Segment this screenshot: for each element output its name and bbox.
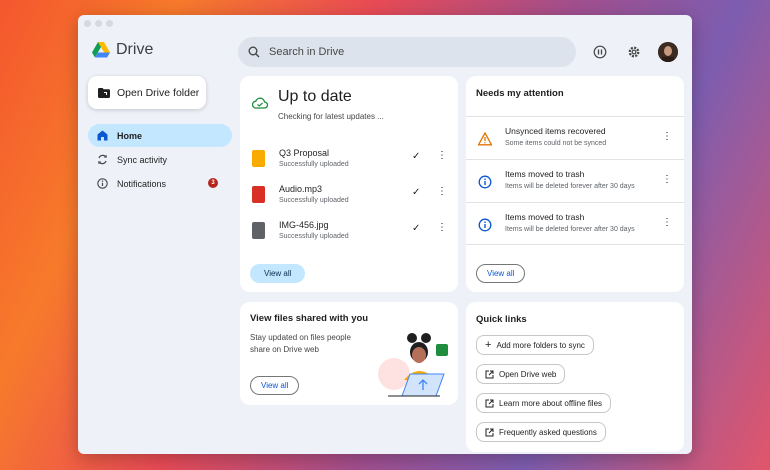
attention-item[interactable]: Items moved to trash Items will be delet… <box>466 159 684 202</box>
file-status: Successfully uploaded <box>279 233 349 240</box>
attention-item-subtitle: Some items could not be synced <box>505 140 607 147</box>
sidebar-nav: Home Sync activity Notifications 3 <box>88 124 232 196</box>
external-link-icon <box>485 399 494 407</box>
more-options-icon[interactable]: ⋮ <box>662 218 672 228</box>
quick-links-card: Quick links + Add more folders to sync O… <box>466 302 684 452</box>
sidebar-item-label: Notifications <box>117 178 167 189</box>
file-name: Q3 Proposal <box>279 148 330 158</box>
pause-sync-button[interactable] <box>591 43 609 61</box>
quick-link-label: Open Drive web <box>499 369 557 379</box>
account-avatar[interactable] <box>658 42 678 62</box>
sync-icon <box>98 154 107 165</box>
window-controls <box>84 20 113 27</box>
quick-link-label: Add more folders to sync <box>496 340 585 350</box>
offline-files-link[interactable]: Learn more about offline files <box>476 393 612 413</box>
pause-circle-icon <box>593 45 607 59</box>
sidebar-item-label: Sync activity <box>117 154 168 165</box>
add-folders-link[interactable]: + Add more folders to sync <box>476 335 594 355</box>
minimize-window-button[interactable] <box>95 20 102 27</box>
attention-view-all-button[interactable]: View all <box>476 264 526 283</box>
notification-count-badge: 3 <box>208 178 218 188</box>
document-file-icon <box>252 150 265 167</box>
gear-icon <box>628 46 640 58</box>
audio-file-icon <box>252 186 265 203</box>
file-row[interactable]: Audio.mp3 Successfully uploaded ✓ ⋮ <box>252 182 452 210</box>
avatar-image <box>658 42 678 62</box>
quick-links-title: Quick links <box>476 314 527 325</box>
faq-link[interactable]: Frequently asked questions <box>476 422 606 442</box>
open-drive-folder-button[interactable]: Open Drive folder <box>88 76 206 109</box>
cloud-done-icon <box>252 97 268 109</box>
file-name: IMG-456.jpg <box>279 220 329 230</box>
checkmark-icon: ✓ <box>412 223 421 234</box>
file-name: Audio.mp3 <box>279 184 323 194</box>
attention-item-title: Unsynced items recovered <box>505 126 606 136</box>
sidebar-item-home[interactable]: Home <box>88 124 232 147</box>
attention-item-subtitle: Items will be deleted forever after 30 d… <box>505 183 635 190</box>
attention-item[interactable]: Items moved to trash Items will be delet… <box>466 202 684 245</box>
person-with-laptop-illustration <box>378 333 448 397</box>
attention-item-title: Items moved to trash <box>505 169 585 179</box>
search-input[interactable] <box>269 46 549 58</box>
app-title: Drive <box>116 41 154 58</box>
home-icon <box>97 130 108 141</box>
quick-link-label: Learn more about offline files <box>499 398 603 408</box>
shared-view-all-button[interactable]: View all <box>250 376 300 395</box>
checkmark-icon: ✓ <box>412 187 421 198</box>
more-options-icon[interactable]: ⋮ <box>662 132 672 142</box>
shared-files-title: View files shared with you <box>250 313 369 324</box>
sync-status-card: Up to date Checking for latest updates .… <box>240 76 458 292</box>
plus-icon: + <box>485 338 492 351</box>
sidebar-item-label: Home <box>117 130 143 141</box>
attention-item[interactable]: Unsynced items recovered Some items coul… <box>466 116 684 159</box>
more-options-icon[interactable]: ⋮ <box>437 223 447 233</box>
brand: Drive <box>92 41 153 59</box>
drive-logo-icon <box>92 42 110 58</box>
folder-icon <box>98 87 110 98</box>
external-link-icon <box>485 370 494 378</box>
search-icon <box>248 46 260 58</box>
open-drive-folder-label: Open Drive folder <box>117 86 200 99</box>
checkmark-icon: ✓ <box>412 151 421 162</box>
sync-view-all-button[interactable]: View all <box>250 264 306 283</box>
info-icon <box>478 175 492 189</box>
info-icon <box>97 178 108 189</box>
sidebar-item-notifications[interactable]: Notifications 3 <box>88 172 232 195</box>
sidebar-item-sync-activity[interactable]: Sync activity <box>88 148 232 171</box>
shared-files-description: Stay updated on files people share on Dr… <box>250 333 351 354</box>
more-options-icon[interactable]: ⋮ <box>662 175 672 185</box>
shared-files-card: View files shared with you Stay updated … <box>240 302 458 405</box>
file-row[interactable]: IMG-456.jpg Successfully uploaded ✓ ⋮ <box>252 218 452 246</box>
drive-window: Drive Open Drive folder <box>78 15 692 454</box>
needs-attention-title: Needs my attention <box>476 88 564 99</box>
settings-button[interactable] <box>625 43 643 61</box>
attention-item-title: Items moved to trash <box>505 212 585 222</box>
sync-status-subtitle: Checking for latest updates ... <box>278 112 384 121</box>
file-status: Successfully uploaded <box>279 161 349 168</box>
search-bar[interactable] <box>238 37 576 67</box>
file-row[interactable]: Q3 Proposal Successfully uploaded ✓ ⋮ <box>252 146 452 174</box>
open-drive-web-link[interactable]: Open Drive web <box>476 364 566 384</box>
external-link-icon <box>485 428 494 436</box>
needs-attention-card: Needs my attention Unsynced items recove… <box>466 76 684 292</box>
more-options-icon[interactable]: ⋮ <box>437 151 447 161</box>
info-icon <box>478 218 492 232</box>
more-options-icon[interactable]: ⋮ <box>437 187 447 197</box>
sync-status-title: Up to date <box>278 88 352 105</box>
image-file-icon <box>252 222 265 239</box>
maximize-window-button[interactable] <box>106 20 113 27</box>
close-window-button[interactable] <box>84 20 91 27</box>
warning-icon <box>478 132 492 146</box>
file-status: Successfully uploaded <box>279 197 349 204</box>
quick-link-label: Frequently asked questions <box>499 427 597 437</box>
attention-item-subtitle: Items will be deleted forever after 30 d… <box>505 226 635 233</box>
